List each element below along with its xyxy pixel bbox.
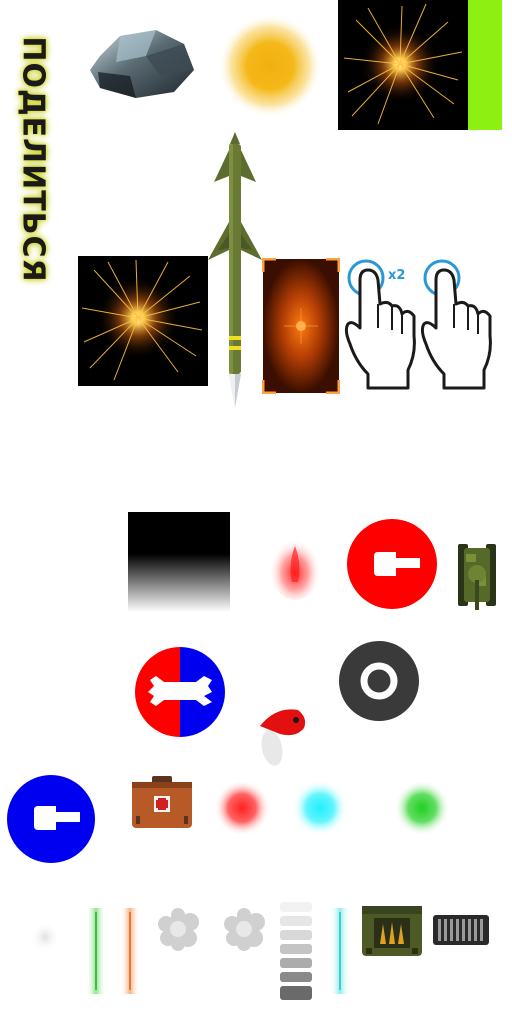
flame-glow [269,532,321,600]
double-tap-label: x2 [388,268,406,283]
aim-ring-icon [339,641,419,721]
ammo-clip-icon [433,915,489,945]
tank-top-icon [458,544,496,610]
medkit-icon [132,776,192,828]
ammo-box-icon [362,906,422,956]
light-streak-cyan [330,908,350,994]
light-streak-green [86,908,106,994]
tap-hand-icon [420,259,492,390]
rock-icon [90,30,194,98]
share-label: ПОДЕЛИТЬСЯ [14,28,52,290]
share-label-text: ПОДЕЛИТЬСЯ [15,35,51,283]
segment-bar [280,902,312,1000]
fade-gradient [128,512,230,612]
glow-cyan [292,780,348,836]
lime-strip [468,0,502,130]
location-pin-icon [260,709,306,766]
tank-turret-icon-red [347,519,437,609]
light-streak-orange [120,908,140,994]
wrench-icon [135,647,225,737]
tank-turret-icon-blue [7,775,95,863]
target-reticle-icon [262,258,340,394]
missile-icon [208,132,262,408]
glow-green [394,780,450,836]
glow-red [214,780,270,836]
sun-glow-icon [218,14,322,118]
sparkle-image-middle [78,256,208,386]
smoke-puff-icon [158,908,199,951]
sparkle-image-top [338,0,468,130]
smoke-puff-icon-2 [224,908,265,951]
tap-hand-icon-double [344,259,416,390]
faint-particle [30,922,60,952]
